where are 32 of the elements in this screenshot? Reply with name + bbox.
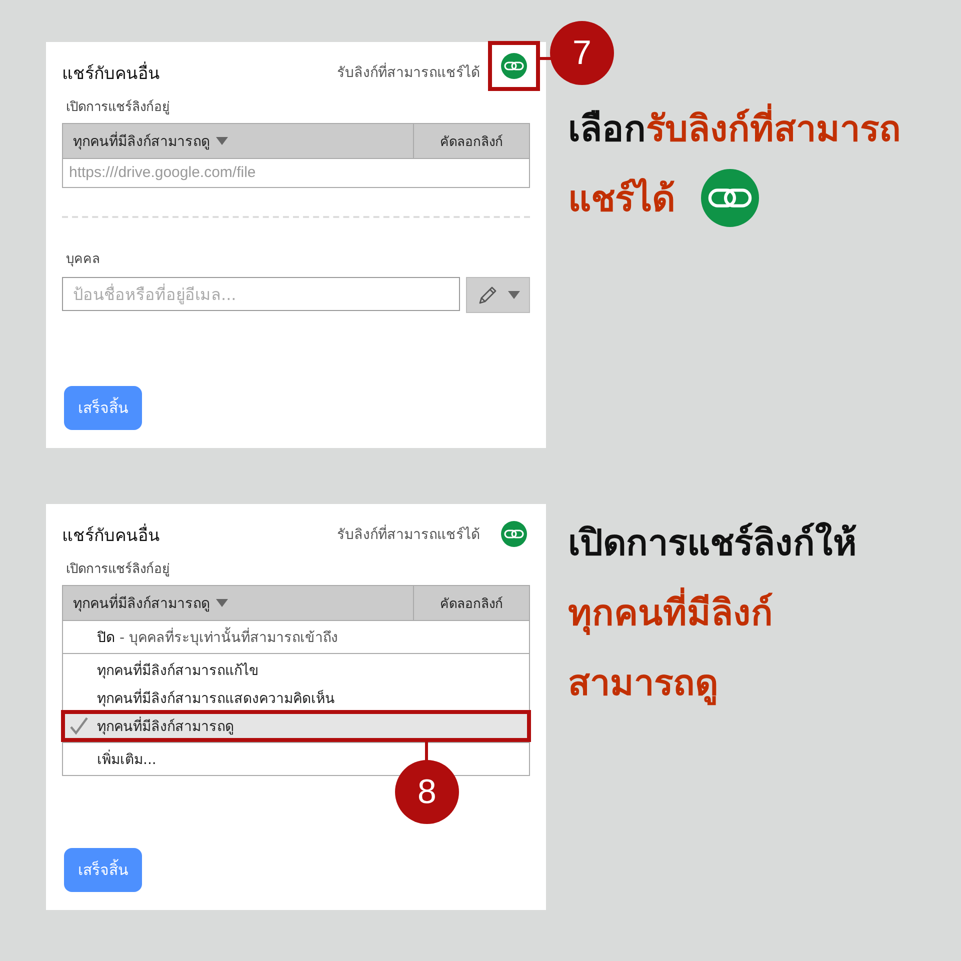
people-input[interactable]: ป้อนชื่อหรือที่อยู่อีเมล... <box>62 277 460 311</box>
caret-icon <box>216 599 228 607</box>
dialog-title: แชร์กับคนอื่น <box>62 522 161 548</box>
caret-icon <box>508 291 520 299</box>
copy-link-button[interactable]: คัดลอกลิงก์ <box>413 586 529 620</box>
menu-item[interactable]: ทุกคนที่มีลิงก์สามารถแก้ไข <box>63 656 529 684</box>
link-label: รับลิงก์ที่สามารถแชร์ได้ <box>337 523 480 545</box>
people-label: บุคคล <box>66 251 101 269</box>
highlighted-caption: สามารถดู <box>568 662 718 708</box>
link-icon[interactable] <box>501 521 527 547</box>
caret-icon <box>216 137 228 145</box>
copy-link-button[interactable]: คัดลอกลิงก์ <box>413 124 529 158</box>
section-label: เปิดการแชร์ลิงก์อยู่ <box>66 98 171 117</box>
section-label: เปิดการแชร์ลิงก์อยู่ <box>66 560 171 579</box>
dialog-title: แชร์กับคนอื่น <box>62 60 161 86</box>
link-icon <box>701 169 759 227</box>
step-badge: 8 <box>395 760 459 824</box>
caption-text: เลือก <box>568 108 646 152</box>
link-icon[interactable] <box>501 53 527 79</box>
step-badge: 7 <box>550 21 614 85</box>
access-dropdown[interactable]: ทุกคนที่มีลิงก์สามารถดู <box>63 124 413 158</box>
menu-item[interactable]: ปิด - บุคคลที่ระบุเท่านั้นที่สามารถเข้าถึง <box>63 623 529 651</box>
check-icon <box>69 716 89 736</box>
access-dropdown[interactable]: ทุกคนที่มีลิงก์สามารถดู <box>63 586 413 620</box>
highlighted-caption: แชร์ได้ <box>568 177 675 222</box>
highlighted-caption: รับลิงก์ที่สามารถ <box>646 100 901 156</box>
leader-line <box>425 740 428 762</box>
permission-button[interactable] <box>466 277 530 313</box>
highlighted-caption: ทุกคนที่มีลิงก์ <box>568 584 773 640</box>
link-label: รับลิงก์ที่สามารถแชร์ได้ <box>337 61 480 83</box>
caption-text: เปิดการแชร์ลิงก์ให้ <box>568 521 857 566</box>
menu-item[interactable]: ทุกคนที่มีลิงก์สามารถแสดงความคิดเห็น <box>63 684 529 712</box>
